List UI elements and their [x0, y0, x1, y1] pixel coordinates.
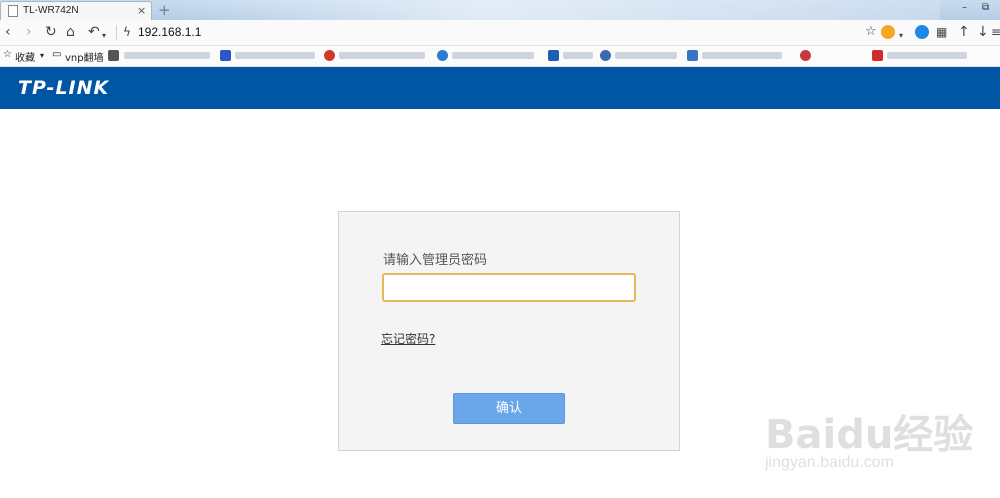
bookmark-item[interactable]	[124, 52, 210, 59]
bookmark-item[interactable]	[887, 52, 967, 59]
brand-header: TP-LINK	[0, 67, 1000, 109]
bookmark-icon	[548, 50, 559, 61]
watermark-url: jingyan.baidu.com	[765, 454, 894, 471]
bookmark-item[interactable]	[702, 52, 782, 59]
new-tab-button[interactable]: +	[158, 1, 171, 19]
star-icon[interactable]: ☆	[865, 24, 877, 40]
restore-button[interactable]: ⧉	[982, 2, 989, 13]
menu-icon[interactable]: ≡	[991, 24, 1000, 40]
undo-dropdown-icon[interactable]: ▾	[102, 28, 106, 44]
tab-title: TL-WR742N	[23, 5, 79, 16]
tab-strip-background	[180, 0, 940, 20]
forward-icon[interactable]: ›	[26, 24, 32, 40]
bookmark-item[interactable]	[615, 52, 677, 59]
ext-dropdown-icon[interactable]: ▾	[899, 28, 903, 44]
login-panel: 请输入管理员密码 忘记密码? 确认	[338, 211, 680, 451]
confirm-button[interactable]: 确认	[453, 393, 565, 424]
favorites-dropdown-icon[interactable]: ▾	[40, 51, 44, 60]
minimize-button[interactable]: –	[962, 2, 967, 13]
bookmark-icon	[800, 50, 811, 61]
tab-strip: TL-WR742N × + – ⧉	[0, 0, 1000, 20]
tp-link-logo: TP-LINK	[18, 77, 110, 99]
password-prompt: 请输入管理员密码	[383, 253, 488, 268]
reload-icon[interactable]: ↻	[45, 24, 57, 40]
bookmarks-bar: ☆ 收藏 ▾ ▭ vnp翻墙	[0, 46, 1000, 67]
chat-icon[interactable]	[915, 25, 929, 39]
bookmark-icon	[220, 50, 231, 61]
ext-icon[interactable]	[881, 25, 895, 39]
browser-tab[interactable]: TL-WR742N ×	[0, 1, 152, 20]
favorites-star-icon: ☆	[3, 49, 12, 60]
bookmark-icon	[108, 50, 119, 61]
bolt-icon: ϟ	[123, 25, 131, 39]
bookmark-item[interactable]	[235, 52, 315, 59]
home-icon[interactable]: ⌂	[66, 24, 75, 40]
bookmark-item[interactable]	[563, 52, 593, 59]
back-icon[interactable]: ‹	[5, 24, 11, 40]
bookmark-icon	[437, 50, 448, 61]
bookmark-vnp[interactable]: vnp翻墙	[65, 49, 104, 64]
navigation-bar: ‹ › ↻ ⌂ ↶ ▾ ϟ 192.168.1.1 ☆ ▾ ▦ ↑ ↓ ≡	[0, 20, 1000, 46]
folder-icon: ▭	[52, 49, 62, 60]
address-input[interactable]: 192.168.1.1	[138, 25, 201, 39]
baidu-watermark: Baidu经验 jingyan.baidu.com	[765, 390, 985, 480]
up-icon[interactable]: ↑	[958, 24, 970, 40]
bookmark-icon	[687, 50, 698, 61]
undo-icon[interactable]: ↶	[88, 24, 100, 40]
favorites-button[interactable]: 收藏	[15, 49, 35, 64]
apps-icon[interactable]: ▦	[936, 24, 947, 40]
bookmark-icon	[324, 50, 335, 61]
bookmark-item[interactable]	[452, 52, 534, 59]
download-icon[interactable]: ↓	[977, 24, 989, 40]
page-icon	[8, 5, 18, 17]
url-separator	[116, 25, 117, 40]
bookmark-item[interactable]	[339, 52, 425, 59]
bookmark-icon	[872, 50, 883, 61]
password-input[interactable]	[382, 273, 636, 302]
forgot-password-link[interactable]: 忘记密码?	[381, 330, 435, 347]
tab-close-icon[interactable]: ×	[137, 4, 146, 17]
watermark-logo: Baidu经验	[765, 412, 974, 458]
bookmark-icon	[600, 50, 611, 61]
